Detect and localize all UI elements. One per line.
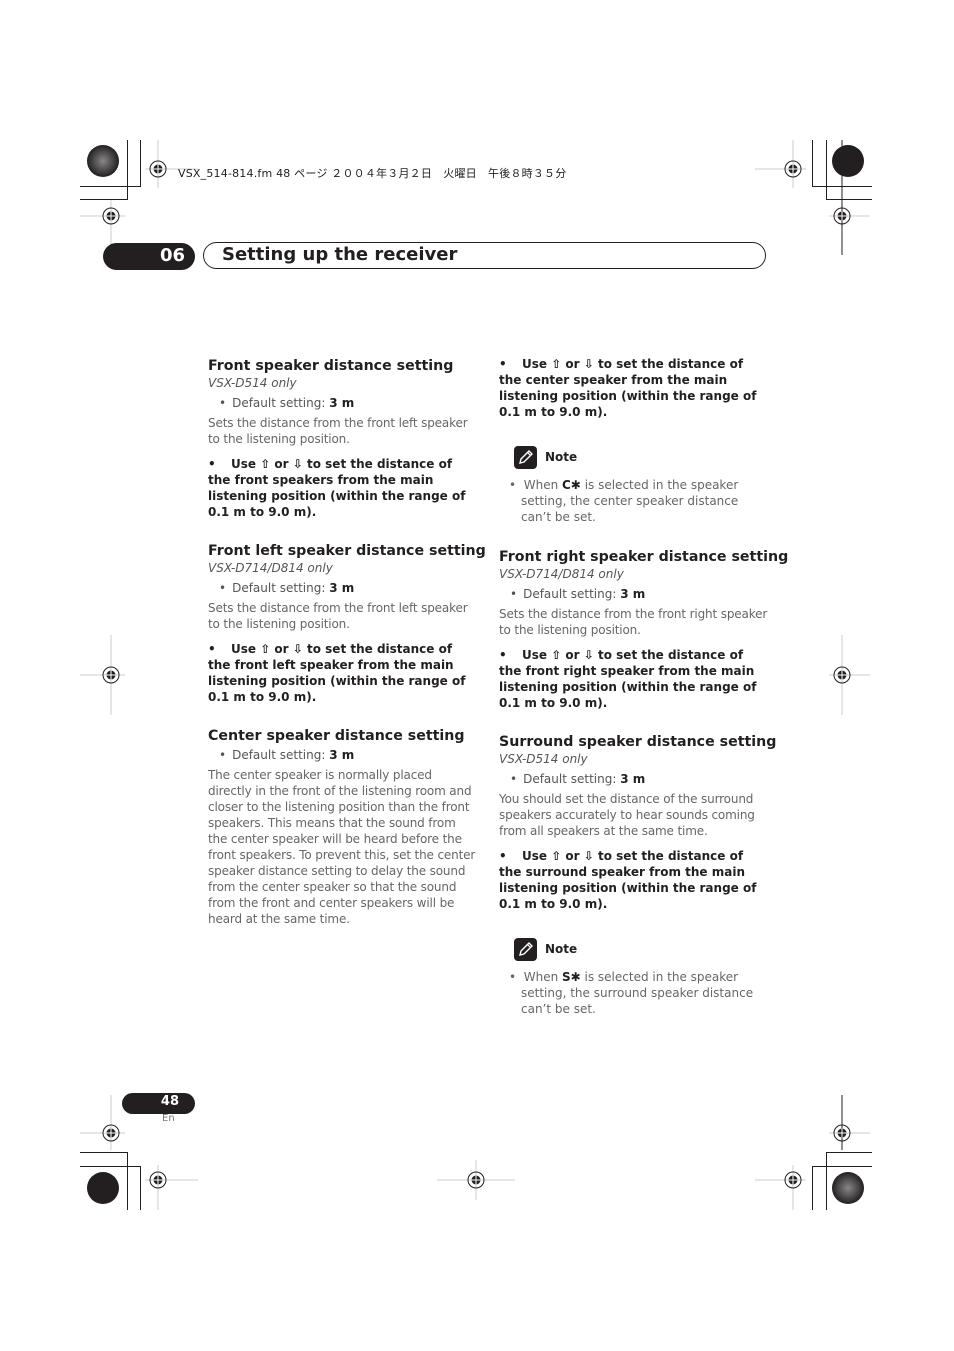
note-label: Note [545, 942, 578, 956]
section-description: The center speaker is normally placed di… [208, 768, 476, 926]
instruction: • Use ⇧ or ⇩ to set the distance of the f… [208, 457, 466, 519]
default-setting: • Default setting: 3 m [219, 396, 355, 410]
note-text: • When S✱ is selected in the speaker set… [509, 970, 754, 1016]
right-column: • Use ⇧ or ⇩ to set the distance of the c… [499, 356, 789, 1017]
model-note: VSX-D714/D814 only [499, 567, 624, 581]
section-front-left-speaker-distance: Front left speaker distance setting VSX-… [208, 542, 486, 705]
section-title: Front left speaker distance setting [208, 543, 486, 559]
instruction: • Use ⇧ or ⇩ to set the distance of the f… [499, 648, 757, 710]
surround-speaker-symbol: S✱ [562, 970, 581, 984]
page-number-badge: 48 [122, 1093, 195, 1114]
model-note: VSX-D514 only [499, 752, 588, 766]
section-front-speaker-distance: Front speaker distance setting VSX-D514 … [208, 357, 478, 520]
default-setting: • Default setting: 3 m [219, 748, 355, 762]
model-note: VSX-D514 only [208, 376, 297, 390]
section-description: You should set the distance of the surro… [499, 792, 755, 838]
default-setting: • Default setting: 3 m [510, 587, 646, 601]
note-label: Note [545, 450, 578, 464]
pencil-note-icon [514, 445, 537, 469]
chapter-title-bar: Setting up the receiver [203, 242, 766, 269]
section-surround-speaker-distance: Surround speaker distance setting VSX-D5… [499, 733, 777, 912]
section-description: Sets the distance from the front left sp… [208, 601, 468, 631]
section-front-right-speaker-distance: Front right speaker distance setting VSX… [499, 548, 789, 711]
section-title: Front right speaker distance setting [499, 549, 789, 565]
default-setting: • Default setting: 3 m [510, 772, 646, 786]
instruction: • Use ⇧ or ⇩ to set the distance of the s… [499, 849, 757, 911]
pencil-note-icon [514, 937, 537, 961]
center-speaker-symbol: C✱ [562, 478, 581, 492]
section-center-speaker-distance: Center speaker distance setting • Default… [208, 727, 478, 927]
note-surround: Note • When S✱ is selected in the speake… [499, 937, 769, 1017]
section-title: Front speaker distance setting [208, 358, 454, 374]
section-title: Surround speaker distance setting [499, 734, 777, 750]
instruction: • Use ⇧ or ⇩ to set the distance of the f… [208, 642, 466, 704]
section-title: Center speaker distance setting [208, 728, 465, 744]
note-center: Note • When C✱ is selected in the speake… [499, 445, 769, 525]
print-header: VSX_514-814.fm 48 ページ ２００４年３月２日 火曜日 午後８時… [178, 167, 567, 180]
left-column: Front speaker distance setting VSX-D514 … [208, 357, 486, 927]
default-setting: • Default setting: 3 m [219, 581, 355, 595]
page-language: En [162, 1113, 175, 1124]
chapter-number: 06 [159, 245, 185, 266]
model-note: VSX-D714/D814 only [208, 561, 333, 575]
center-instruction: • Use ⇧ or ⇩ to set the distance of the c… [499, 357, 757, 419]
chapter-number-badge: 06 [103, 243, 195, 270]
section-description: Sets the distance from the front left sp… [208, 416, 468, 446]
chapter-title: Setting up the receiver [222, 244, 458, 265]
section-description: Sets the distance from the front right s… [499, 607, 768, 637]
page-number: 48 [160, 1094, 179, 1109]
note-text: • When C✱ is selected in the speaker set… [509, 478, 739, 524]
